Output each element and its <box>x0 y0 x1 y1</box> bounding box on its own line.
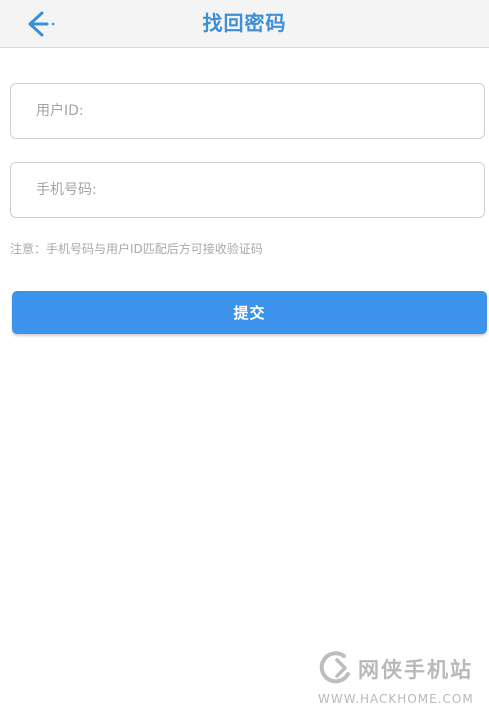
watermark-url: WWW.HACKHOME.COM <box>318 692 474 706</box>
phone-field-box <box>10 162 485 218</box>
watermark-text: 网侠手机站 <box>358 658 473 682</box>
user-id-field-box <box>10 83 485 139</box>
page-title: 找回密码 <box>202 11 287 35</box>
header-bar: 找回密码 <box>0 0 489 48</box>
note-text: 注意：手机号码与用户ID匹配后方可接收验证码 <box>10 242 263 256</box>
user-id-input[interactable] <box>11 84 484 138</box>
submit-button[interactable]: 提交 <box>12 291 487 334</box>
phone-input[interactable] <box>11 163 484 217</box>
hackhome-logo-icon <box>319 651 350 684</box>
watermark: 网侠手机站 WWW.HACKHOME.COM <box>318 646 488 710</box>
